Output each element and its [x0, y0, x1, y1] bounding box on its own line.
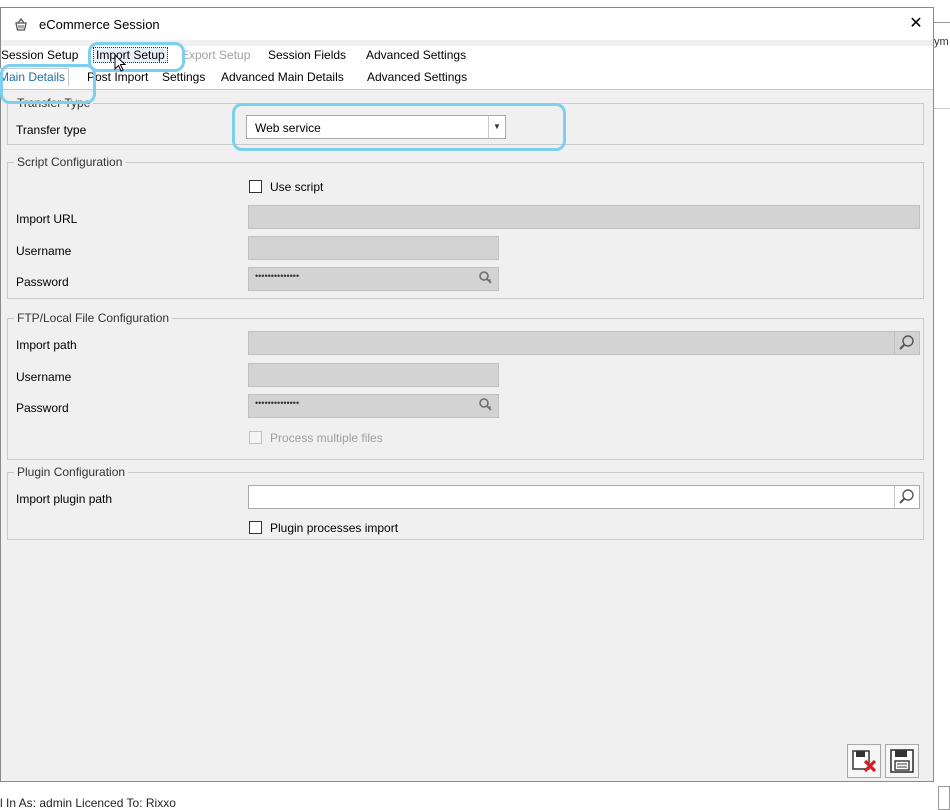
- status-text: l In As: admin Licenced To: Rixxo: [0, 796, 176, 810]
- import-path-label: Import path: [16, 338, 77, 352]
- script-password-label: Password: [16, 275, 69, 289]
- tab-advanced-main-details[interactable]: Advanced Main Details: [221, 70, 344, 84]
- ftp-local-file-configuration-group: FTP/Local File Configuration Import path…: [7, 311, 924, 460]
- transfer-type-legend: Transfer Type: [14, 96, 94, 110]
- import-path-browse-button[interactable]: [894, 332, 919, 354]
- tab-advanced-settings-primary[interactable]: Advanced Settings: [366, 48, 466, 62]
- script-configuration-legend: Script Configuration: [14, 155, 126, 169]
- script-configuration-group: Script Configuration Use script Import U…: [7, 155, 924, 299]
- secondary-tab-strip: Main Details Post Import Settings Advanc…: [0, 68, 933, 90]
- ftp-username-label: Username: [16, 370, 72, 384]
- save-icon: [890, 749, 914, 773]
- search-icon: [899, 489, 914, 504]
- background-panel-edge: [938, 786, 950, 810]
- tab-main-details[interactable]: Main Details: [0, 68, 70, 87]
- tab-advanced-settings-secondary[interactable]: Advanced Settings: [367, 70, 467, 84]
- password-mask: ••••••••••••••: [255, 398, 300, 408]
- window-title: eCommerce Session: [39, 17, 160, 32]
- use-script-checkbox[interactable]: [249, 180, 262, 193]
- ftp-password-label: Password: [16, 401, 69, 415]
- script-username-input[interactable]: [248, 236, 499, 260]
- import-plugin-path-input[interactable]: [248, 485, 920, 509]
- transfer-type-select[interactable]: Web service ▼: [246, 115, 506, 139]
- ecommerce-session-dialog: eCommerce Session ✕ Session Setup Import…: [0, 7, 934, 782]
- ftp-configuration-legend: FTP/Local File Configuration: [14, 311, 173, 325]
- use-script-label: Use script: [270, 180, 324, 194]
- tab-session-setup[interactable]: Session Setup: [1, 48, 78, 62]
- status-bar: l In As: admin Licenced To: Rixxo: [0, 782, 950, 810]
- import-plugin-browse-button[interactable]: [894, 486, 919, 508]
- import-plugin-path-label: Import plugin path: [16, 492, 113, 506]
- transfer-type-value: Web service: [255, 121, 321, 135]
- import-path-input[interactable]: [248, 331, 920, 355]
- background-window-edge: ym: [934, 22, 950, 782]
- close-icon: ✕: [909, 15, 923, 32]
- tab-session-fields[interactable]: Session Fields: [268, 48, 346, 62]
- plugin-processes-import-checkbox[interactable]: [249, 521, 262, 534]
- tab-export-setup[interactable]: Export Setup: [181, 48, 250, 62]
- search-icon: [899, 335, 914, 350]
- cancel-button[interactable]: [847, 744, 881, 778]
- tab-settings[interactable]: Settings: [162, 70, 205, 84]
- ftp-password-input[interactable]: ••••••••••••••: [248, 394, 499, 418]
- process-multiple-files-label: Process multiple files: [270, 431, 383, 445]
- password-mask: ••••••••••••••: [255, 271, 300, 281]
- import-url-label: Import URL: [16, 212, 78, 226]
- key-icon[interactable]: [477, 397, 495, 415]
- dropdown-arrow-icon[interactable]: ▼: [488, 116, 505, 138]
- script-password-input[interactable]: ••••••••••••••: [248, 267, 499, 291]
- transfer-type-group: Transfer Type Transfer type Web service …: [7, 96, 924, 145]
- process-multiple-files-checkbox[interactable]: [249, 431, 262, 444]
- tab-import-setup[interactable]: Import Setup: [93, 47, 168, 63]
- mouse-cursor-icon: [114, 54, 127, 72]
- key-icon[interactable]: [477, 270, 495, 288]
- script-username-label: Username: [16, 244, 72, 258]
- ftp-username-input[interactable]: [248, 363, 499, 387]
- basket-icon: [13, 17, 29, 33]
- plugin-processes-import-label: Plugin processes import: [270, 521, 399, 535]
- delete-record-icon: [852, 750, 877, 773]
- close-button[interactable]: ✕: [901, 12, 931, 36]
- title-bar: eCommerce Session ✕: [1, 8, 933, 40]
- plugin-configuration-legend: Plugin Configuration: [14, 465, 129, 479]
- import-url-input[interactable]: [248, 205, 920, 229]
- transfer-type-label: Transfer type: [16, 123, 87, 137]
- save-button[interactable]: [885, 744, 919, 778]
- plugin-configuration-group: Plugin Configuration Import plugin path …: [7, 465, 924, 540]
- primary-tab-strip: Session Setup Import Setup Export Setup …: [1, 46, 933, 68]
